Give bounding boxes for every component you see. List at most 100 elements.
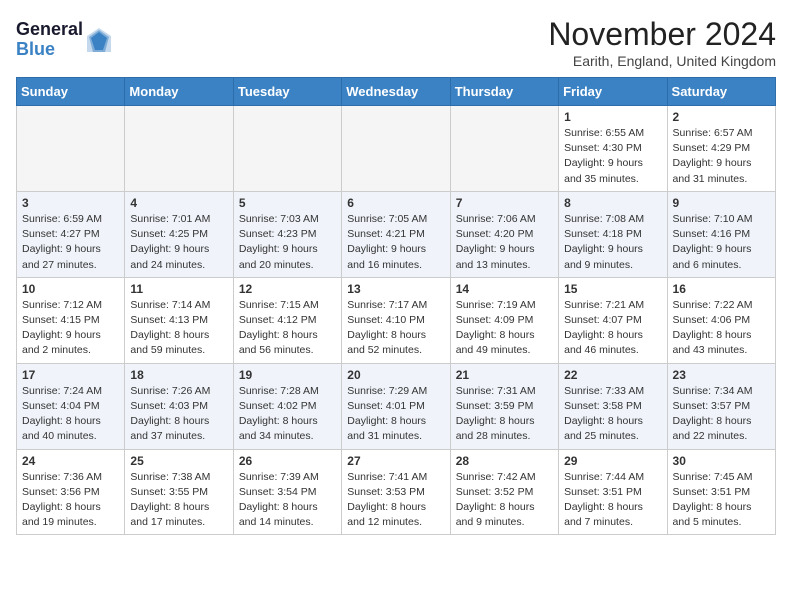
- calendar-cell: 5 Sunrise: 7:03 AMSunset: 4:23 PMDaylight…: [233, 191, 341, 277]
- day-number: 8: [564, 196, 661, 210]
- weekday-header: Thursday: [450, 78, 558, 106]
- day-info: Sunrise: 7:12 AMSunset: 4:15 PMDaylight:…: [22, 298, 119, 359]
- day-number: 26: [239, 454, 336, 468]
- page-header: GeneralBlue November 2024 Earith, Englan…: [16, 16, 776, 69]
- day-info: Sunrise: 7:24 AMSunset: 4:04 PMDaylight:…: [22, 384, 119, 445]
- day-number: 15: [564, 282, 661, 296]
- calendar-cell: [17, 106, 125, 192]
- logo: GeneralBlue: [16, 20, 113, 60]
- calendar-cell: 6 Sunrise: 7:05 AMSunset: 4:21 PMDaylight…: [342, 191, 450, 277]
- day-info: Sunrise: 7:01 AMSunset: 4:25 PMDaylight:…: [130, 212, 227, 273]
- day-info: Sunrise: 7:29 AMSunset: 4:01 PMDaylight:…: [347, 384, 444, 445]
- day-number: 24: [22, 454, 119, 468]
- day-info: Sunrise: 7:33 AMSunset: 3:58 PMDaylight:…: [564, 384, 661, 445]
- calendar-cell: 3 Sunrise: 6:59 AMSunset: 4:27 PMDaylight…: [17, 191, 125, 277]
- calendar-cell: 26 Sunrise: 7:39 AMSunset: 3:54 PMDayligh…: [233, 449, 341, 535]
- day-number: 3: [22, 196, 119, 210]
- day-info: Sunrise: 7:19 AMSunset: 4:09 PMDaylight:…: [456, 298, 553, 359]
- calendar-cell: 9Sunrise: 7:10 AMSunset: 4:16 PMDaylight…: [667, 191, 775, 277]
- day-number: 28: [456, 454, 553, 468]
- day-number: 23: [673, 368, 770, 382]
- day-info: Sunrise: 7:31 AMSunset: 3:59 PMDaylight:…: [456, 384, 553, 445]
- calendar-cell: 28 Sunrise: 7:42 AMSunset: 3:52 PMDayligh…: [450, 449, 558, 535]
- weekday-header: Tuesday: [233, 78, 341, 106]
- day-info: Sunrise: 7:21 AMSunset: 4:07 PMDaylight:…: [564, 298, 661, 359]
- calendar-week-row: 17 Sunrise: 7:24 AMSunset: 4:04 PMDayligh…: [17, 363, 776, 449]
- day-info: Sunrise: 6:55 AMSunset: 4:30 PMDaylight:…: [564, 126, 661, 187]
- calendar-cell: 21 Sunrise: 7:31 AMSunset: 3:59 PMDayligh…: [450, 363, 558, 449]
- calendar-cell: 15 Sunrise: 7:21 AMSunset: 4:07 PMDayligh…: [559, 277, 667, 363]
- day-info: Sunrise: 7:15 AMSunset: 4:12 PMDaylight:…: [239, 298, 336, 359]
- calendar-week-row: 1 Sunrise: 6:55 AMSunset: 4:30 PMDaylight…: [17, 106, 776, 192]
- calendar-table: SundayMondayTuesdayWednesdayThursdayFrid…: [16, 77, 776, 535]
- day-number: 6: [347, 196, 444, 210]
- title-block: November 2024 Earith, England, United Ki…: [548, 16, 776, 69]
- logo-icon: [85, 26, 113, 54]
- day-info: Sunrise: 7:34 AMSunset: 3:57 PMDaylight:…: [673, 384, 770, 445]
- calendar-week-row: 24 Sunrise: 7:36 AMSunset: 3:56 PMDayligh…: [17, 449, 776, 535]
- month-title: November 2024: [548, 16, 776, 53]
- day-number: 21: [456, 368, 553, 382]
- day-number: 29: [564, 454, 661, 468]
- day-number: 22: [564, 368, 661, 382]
- day-number: 9: [673, 196, 770, 210]
- calendar-cell: 13 Sunrise: 7:17 AMSunset: 4:10 PMDayligh…: [342, 277, 450, 363]
- day-number: 14: [456, 282, 553, 296]
- calendar-cell: [233, 106, 341, 192]
- day-info: Sunrise: 7:41 AMSunset: 3:53 PMDaylight:…: [347, 470, 444, 531]
- calendar-cell: 24 Sunrise: 7:36 AMSunset: 3:56 PMDayligh…: [17, 449, 125, 535]
- day-number: 1: [564, 110, 661, 124]
- day-number: 20: [347, 368, 444, 382]
- day-info: Sunrise: 7:28 AMSunset: 4:02 PMDaylight:…: [239, 384, 336, 445]
- day-info: Sunrise: 7:06 AMSunset: 4:20 PMDaylight:…: [456, 212, 553, 273]
- calendar-cell: 20 Sunrise: 7:29 AMSunset: 4:01 PMDayligh…: [342, 363, 450, 449]
- day-info: Sunrise: 7:38 AMSunset: 3:55 PMDaylight:…: [130, 470, 227, 531]
- day-info: Sunrise: 7:22 AMSunset: 4:06 PMDaylight:…: [673, 298, 770, 359]
- calendar-cell: 7 Sunrise: 7:06 AMSunset: 4:20 PMDaylight…: [450, 191, 558, 277]
- day-number: 27: [347, 454, 444, 468]
- calendar-cell: 17 Sunrise: 7:24 AMSunset: 4:04 PMDayligh…: [17, 363, 125, 449]
- day-info: Sunrise: 7:05 AMSunset: 4:21 PMDaylight:…: [347, 212, 444, 273]
- day-info: Sunrise: 7:39 AMSunset: 3:54 PMDaylight:…: [239, 470, 336, 531]
- weekday-header: Saturday: [667, 78, 775, 106]
- day-info: Sunrise: 7:42 AMSunset: 3:52 PMDaylight:…: [456, 470, 553, 531]
- calendar-cell: [450, 106, 558, 192]
- day-number: 7: [456, 196, 553, 210]
- calendar-cell: 27 Sunrise: 7:41 AMSunset: 3:53 PMDayligh…: [342, 449, 450, 535]
- weekday-header: Sunday: [17, 78, 125, 106]
- calendar-cell: [342, 106, 450, 192]
- day-number: 10: [22, 282, 119, 296]
- day-info: Sunrise: 6:57 AMSunset: 4:29 PMDaylight:…: [673, 126, 770, 187]
- day-number: 30: [673, 454, 770, 468]
- day-number: 13: [347, 282, 444, 296]
- day-info: Sunrise: 7:17 AMSunset: 4:10 PMDaylight:…: [347, 298, 444, 359]
- calendar-cell: 2 Sunrise: 6:57 AMSunset: 4:29 PMDaylight…: [667, 106, 775, 192]
- calendar-cell: 25 Sunrise: 7:38 AMSunset: 3:55 PMDayligh…: [125, 449, 233, 535]
- calendar-cell: 18Sunrise: 7:26 AMSunset: 4:03 PMDayligh…: [125, 363, 233, 449]
- day-info: Sunrise: 7:44 AMSunset: 3:51 PMDaylight:…: [564, 470, 661, 531]
- day-number: 17: [22, 368, 119, 382]
- day-info: Sunrise: 6:59 AMSunset: 4:27 PMDaylight:…: [22, 212, 119, 273]
- calendar-week-row: 3 Sunrise: 6:59 AMSunset: 4:27 PMDaylight…: [17, 191, 776, 277]
- calendar-cell: 14 Sunrise: 7:19 AMSunset: 4:09 PMDayligh…: [450, 277, 558, 363]
- logo-text: GeneralBlue: [16, 20, 83, 60]
- day-info: Sunrise: 7:14 AMSunset: 4:13 PMDaylight:…: [130, 298, 227, 359]
- weekday-header: Wednesday: [342, 78, 450, 106]
- day-info: Sunrise: 7:03 AMSunset: 4:23 PMDaylight:…: [239, 212, 336, 273]
- day-info: Sunrise: 7:36 AMSunset: 3:56 PMDaylight:…: [22, 470, 119, 531]
- calendar-cell: 11 Sunrise: 7:14 AMSunset: 4:13 PMDayligh…: [125, 277, 233, 363]
- day-number: 16: [673, 282, 770, 296]
- weekday-header: Monday: [125, 78, 233, 106]
- calendar-cell: 23 Sunrise: 7:34 AMSunset: 3:57 PMDayligh…: [667, 363, 775, 449]
- calendar-cell: 4Sunrise: 7:01 AMSunset: 4:25 PMDaylight…: [125, 191, 233, 277]
- day-number: 25: [130, 454, 227, 468]
- calendar-cell: 12Sunrise: 7:15 AMSunset: 4:12 PMDayligh…: [233, 277, 341, 363]
- day-number: 2: [673, 110, 770, 124]
- calendar-cell: 22 Sunrise: 7:33 AMSunset: 3:58 PMDayligh…: [559, 363, 667, 449]
- day-info: Sunrise: 7:08 AMSunset: 4:18 PMDaylight:…: [564, 212, 661, 273]
- day-number: 11: [130, 282, 227, 296]
- calendar-cell: 8 Sunrise: 7:08 AMSunset: 4:18 PMDaylight…: [559, 191, 667, 277]
- day-number: 5: [239, 196, 336, 210]
- weekday-header: Friday: [559, 78, 667, 106]
- calendar-cell: 30Sunrise: 7:45 AMSunset: 3:51 PMDayligh…: [667, 449, 775, 535]
